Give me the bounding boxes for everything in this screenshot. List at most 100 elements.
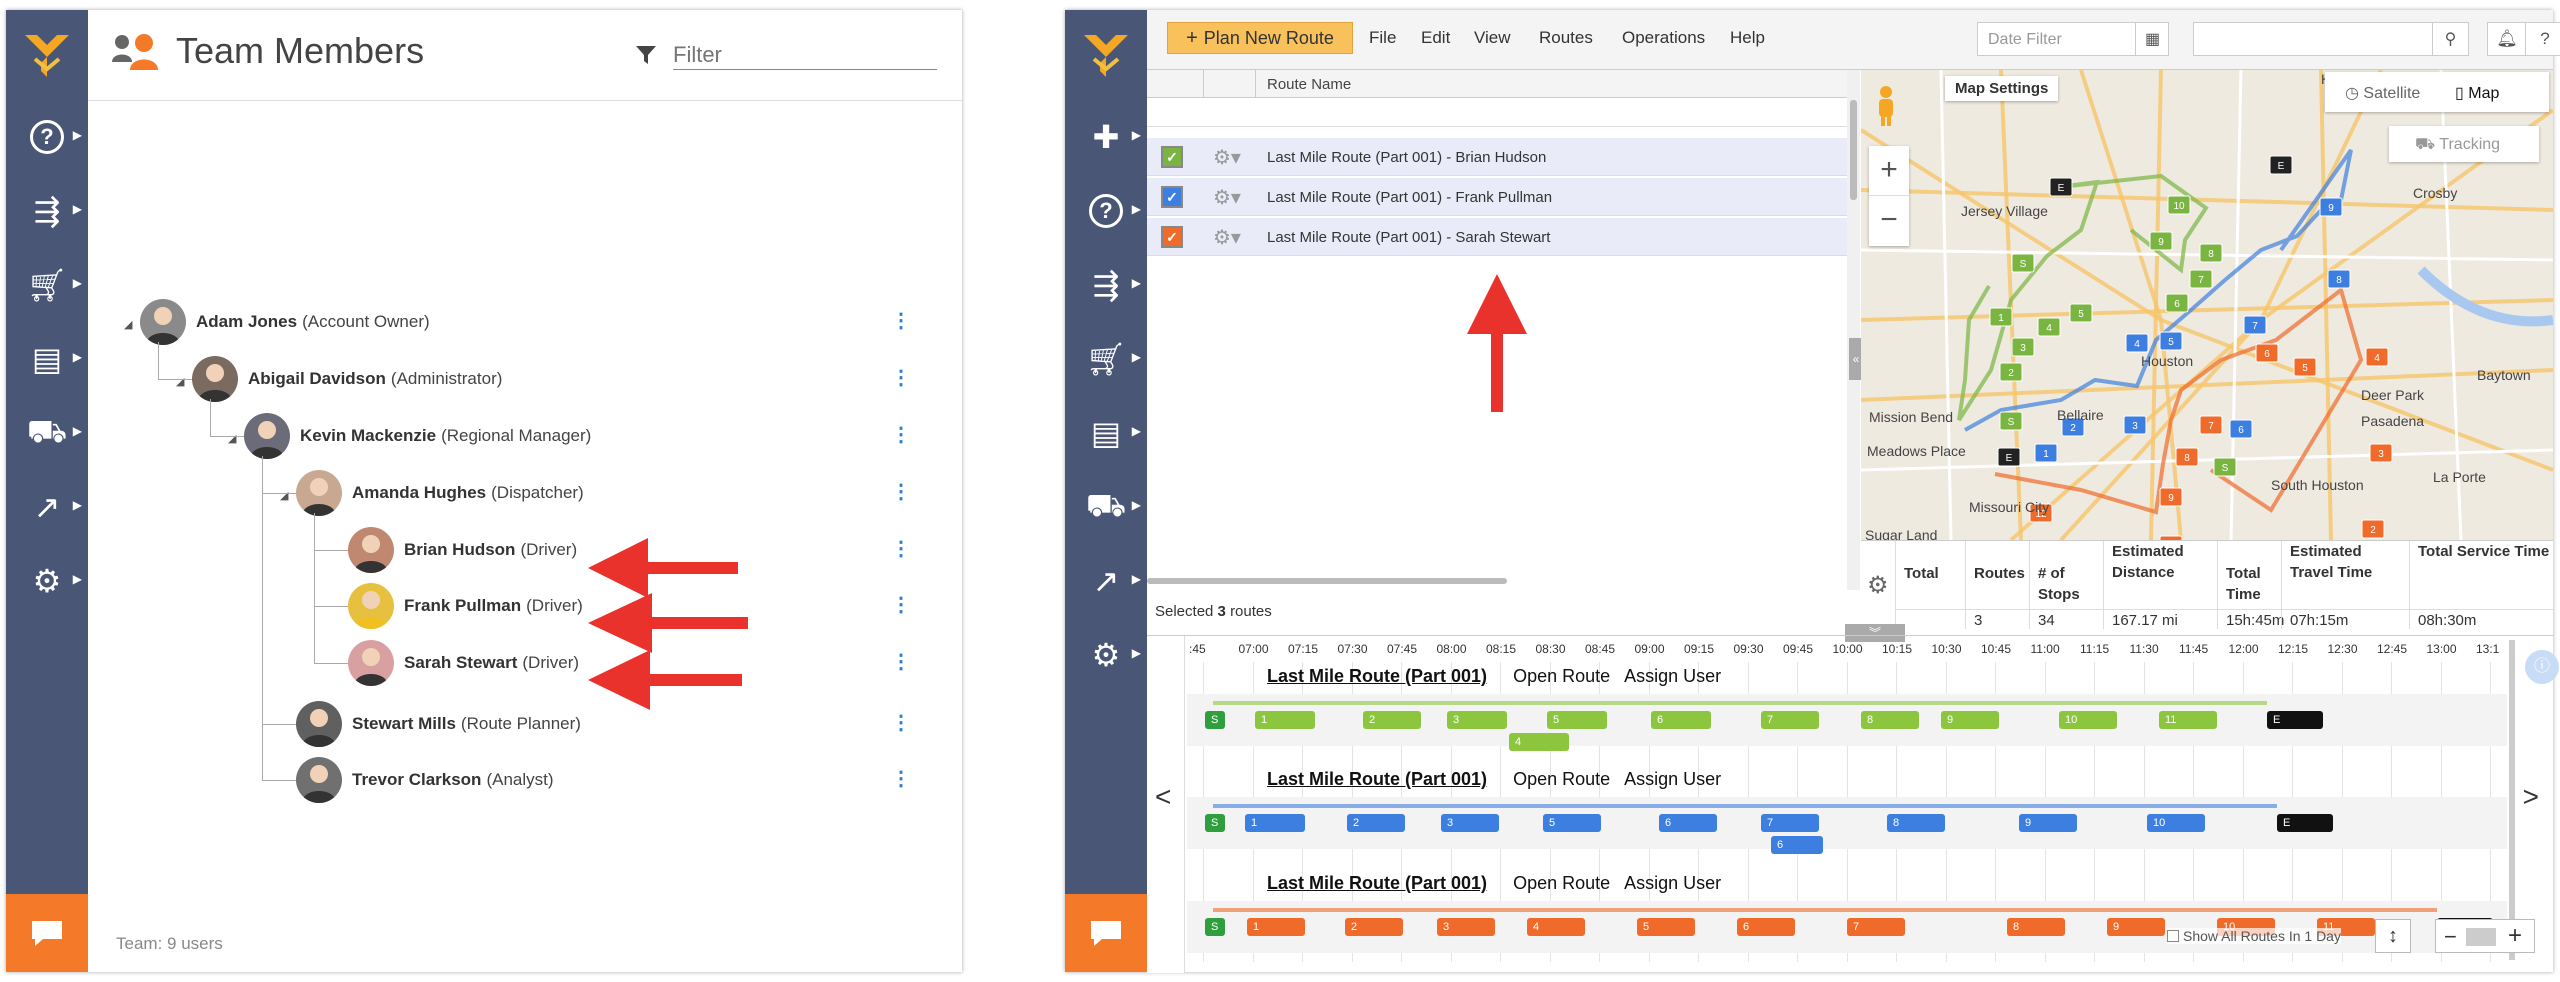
map-view[interactable]: 12345678910SS123456789123456789101112SEE… — [1861, 70, 2553, 540]
member-options-menu[interactable]: ⋮ — [891, 422, 911, 447]
show-all-checkbox[interactable] — [2167, 930, 2179, 942]
timeline-stop-block[interactable]: 4 — [1509, 733, 1569, 751]
gear-icon[interactable]: ⚙ — [1867, 571, 1889, 600]
route-list-nav-item[interactable]: ▤ ▶ — [1065, 396, 1147, 470]
team-member-row[interactable]: Frank Pullman (Driver) — [348, 579, 583, 633]
team-settings-nav-item[interactable]: ⚙ ▶ — [1065, 618, 1147, 692]
column-route-name[interactable]: Route Name — [1267, 76, 1351, 93]
team-member-row[interactable]: Trevor Clarkson (Analyst) — [296, 753, 554, 807]
timeline-zoom-out-button[interactable]: − — [2444, 924, 2457, 950]
zoom-in-button[interactable]: + — [1869, 146, 1909, 196]
collapse-toggle-icon[interactable]: ◢ — [124, 318, 132, 331]
timeline-next-button[interactable]: > — [2523, 781, 2539, 813]
member-options-menu[interactable]: ⋮ — [891, 766, 911, 791]
fit-height-button[interactable]: ↕ — [2375, 919, 2411, 953]
calendar-icon[interactable]: ▦ — [2135, 22, 2169, 56]
timeline-start-block[interactable]: S — [1205, 711, 1225, 729]
route-checkbox[interactable]: ✓ — [1161, 186, 1183, 208]
team-member-row[interactable]: Sarah Stewart (Driver) — [348, 636, 579, 690]
chat-button[interactable] — [1065, 894, 1147, 972]
filter-input[interactable] — [673, 40, 937, 70]
open-route-link[interactable]: Open Route — [1513, 873, 1610, 893]
route-checkbox[interactable]: ✓ — [1161, 226, 1183, 248]
analytics-nav-item[interactable]: ↗ ▶ — [6, 470, 88, 544]
menu-routes[interactable]: Routes — [1539, 28, 1593, 48]
help-nav-item[interactable]: ? ▶ — [1065, 174, 1147, 248]
timeline-stop-block[interactable]: 2 — [1347, 814, 1405, 832]
collapse-toggle-icon[interactable]: ◢ — [228, 432, 236, 445]
timeline-stop-block[interactable]: 11 — [2159, 711, 2217, 729]
timeline-stop-block[interactable]: 5 — [1637, 918, 1695, 936]
timeline-stop-block[interactable]: 7 — [1847, 918, 1905, 936]
menu-edit[interactable]: Edit — [1421, 28, 1450, 48]
route-row[interactable]: ✓ ⚙▾ Last Mile Route (Part 001) - Sarah St… — [1147, 218, 1847, 256]
menu-operations[interactable]: Operations — [1622, 28, 1705, 48]
menu-help[interactable]: Help — [1730, 28, 1765, 48]
routes-nav-item[interactable]: ⇶ ▶ — [6, 174, 88, 248]
member-options-menu[interactable]: ⋮ — [891, 479, 911, 504]
assign-user-link[interactable]: Assign User — [1624, 873, 1721, 893]
route-gear-icon[interactable]: ⚙▾ — [1213, 145, 1241, 170]
routes-nav-item[interactable]: ⇶ ▶ — [1065, 248, 1147, 322]
timeline-stop-block[interactable]: 1 — [1255, 711, 1315, 729]
collapse-toggle-icon[interactable]: ◢ — [280, 489, 288, 502]
timeline-stop-block[interactable]: 8 — [2007, 918, 2065, 936]
timeline-stop-block[interactable]: 2 — [1363, 711, 1421, 729]
menu-view[interactable]: View — [1474, 28, 1511, 48]
route-gear-icon[interactable]: ⚙▾ — [1213, 185, 1241, 210]
route-row[interactable]: ✓ ⚙▾ Last Mile Route (Part 001) - Frank Pu… — [1147, 178, 1847, 216]
menu-file[interactable]: File — [1369, 28, 1396, 48]
timeline-route-title[interactable]: Last Mile Route (Part 001) — [1267, 769, 1487, 789]
horizontal-scrollbar[interactable] — [1147, 578, 1507, 584]
help-icon[interactable]: ? — [2525, 22, 2560, 56]
timeline-stop-block[interactable]: 8 — [1861, 711, 1919, 729]
team-member-row[interactable]: Abigail Davidson (Administrator) — [192, 352, 502, 406]
info-icon[interactable]: ⓘ — [2525, 650, 2559, 684]
assign-user-link[interactable]: Assign User — [1624, 666, 1721, 686]
open-route-link[interactable]: Open Route — [1513, 769, 1610, 789]
satellite-button[interactable]: ◷ Satellite — [2345, 83, 2420, 103]
timeline-start-block[interactable]: S — [1205, 918, 1225, 936]
timeline-stop-block[interactable]: 7 — [1761, 711, 1819, 729]
fleet-nav-item[interactable]: ⛟ ▶ — [6, 396, 88, 470]
fleet-nav-item[interactable]: ⛟ ▶ — [1065, 470, 1147, 544]
team-member-row[interactable]: Amanda Hughes (Dispatcher) — [296, 466, 584, 520]
timeline-stop-block[interactable]: 9 — [2019, 814, 2077, 832]
timeline-stop-block[interactable]: 5 — [1543, 814, 1601, 832]
team-member-row[interactable]: Kevin Mackenzie (Regional Manager) — [244, 409, 591, 463]
timeline-stop-block[interactable]: 8 — [1887, 814, 1945, 832]
timeline-stop-block[interactable]: 4 — [1527, 918, 1585, 936]
street-view-pegman-icon[interactable] — [1873, 84, 1899, 128]
timeline-route-title[interactable]: Last Mile Route (Part 001) — [1267, 873, 1487, 893]
timeline-stop-block[interactable]: 6 — [1771, 836, 1823, 854]
assign-user-link[interactable]: Assign User — [1624, 769, 1721, 789]
member-options-menu[interactable]: ⋮ — [891, 649, 911, 674]
timeline-stop-block[interactable]: 9 — [1941, 711, 1999, 729]
search-icon[interactable]: ⚲ — [2432, 23, 2468, 55]
timeline-stop-block[interactable]: 3 — [1437, 918, 1495, 936]
route-gear-icon[interactable]: ⚙▾ — [1213, 225, 1241, 250]
timeline-stop-block[interactable]: 2 — [1345, 918, 1403, 936]
team-settings-nav-item[interactable]: ⚙ ▶ — [6, 544, 88, 618]
tracking-button[interactable]: ⛟ Tracking — [2389, 126, 2539, 162]
timeline-scrollbar[interactable] — [2509, 640, 2515, 960]
timeline-stop-block[interactable]: 6 — [1659, 814, 1717, 832]
notification-bell-icon[interactable]: 🔔︎ — [2487, 22, 2527, 56]
chat-button[interactable] — [6, 894, 88, 972]
show-all-routes-option[interactable]: Show All Routes In 1 Day — [2167, 928, 2341, 944]
timeline-end-block[interactable]: E — [2267, 711, 2323, 729]
timeline-zoom-slider[interactable] — [2466, 928, 2496, 946]
help-nav-item[interactable]: ? ▶ — [6, 100, 88, 174]
timeline-zoom-in-button[interactable]: + — [2508, 922, 2522, 950]
timeline-route-title[interactable]: Last Mile Route (Part 001) — [1267, 666, 1487, 686]
member-options-menu[interactable]: ⋮ — [891, 592, 911, 617]
timeline-stop-block[interactable]: 9 — [2107, 918, 2165, 936]
member-options-menu[interactable]: ⋮ — [891, 710, 911, 735]
timeline-start-block[interactable]: S — [1205, 814, 1225, 832]
logo[interactable] — [1065, 10, 1147, 100]
search-input[interactable]: ⚲ — [2193, 22, 2469, 56]
member-options-menu[interactable]: ⋮ — [891, 365, 911, 390]
timeline-end-block[interactable]: E — [2277, 814, 2333, 832]
cart-nav-item[interactable]: 🛒︎ ▶ — [1065, 322, 1147, 396]
map-button[interactable]: ▯ Map — [2455, 83, 2499, 103]
